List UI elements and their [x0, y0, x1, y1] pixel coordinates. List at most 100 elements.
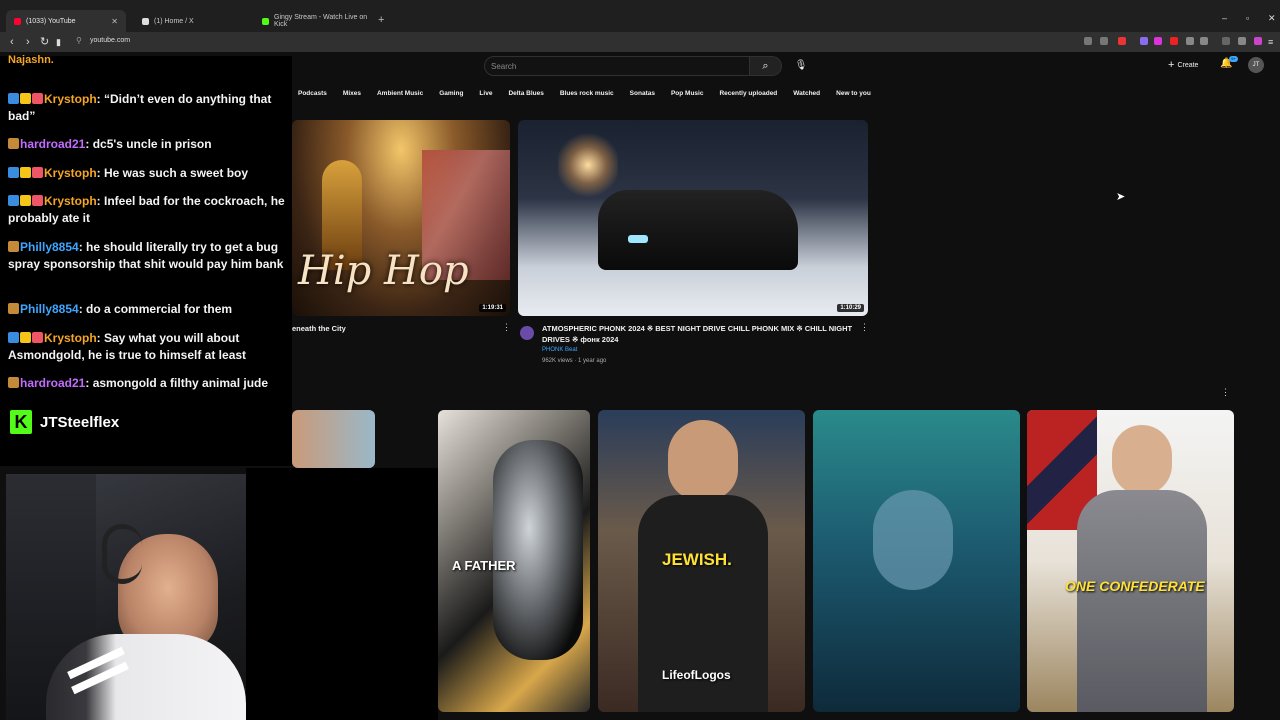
badge-icon — [20, 93, 31, 104]
badge-icon — [8, 167, 19, 178]
create-button[interactable]: + Create — [1168, 59, 1198, 71]
chip-blues-rock[interactable]: Blues rock music — [553, 86, 620, 101]
sidepanel-icon[interactable] — [1238, 37, 1246, 45]
chip-mixes[interactable]: Mixes — [336, 86, 367, 101]
chat-text: : do a commercial for them — [78, 302, 233, 316]
streamer-name: JTSteelflex — [40, 414, 120, 431]
menu-icon[interactable]: ≡ — [1268, 35, 1273, 49]
search-icon: ⌕ — [762, 60, 769, 72]
car-headlight — [628, 235, 648, 243]
short-thumbnail[interactable]: ONE CONFEDERATE — [1027, 410, 1234, 712]
chat-username: Krystoph — [44, 331, 97, 345]
chip-pop-music[interactable]: Pop Music — [664, 86, 710, 101]
badge-icon — [32, 167, 43, 178]
badge-icon — [32, 93, 43, 104]
extension-icon[interactable] — [1170, 37, 1178, 45]
extension-icon[interactable] — [1200, 37, 1208, 45]
extension-icon[interactable] — [1140, 37, 1148, 45]
chip-recently-uploaded[interactable]: Recently uploaded — [713, 86, 784, 101]
chip-live[interactable]: Live — [473, 86, 499, 101]
profile-icon[interactable] — [1254, 37, 1262, 45]
share-icon[interactable] — [1100, 37, 1108, 45]
minimize-icon[interactable]: – — [1222, 13, 1227, 23]
extension-icon[interactable] — [1186, 37, 1194, 45]
maximize-icon[interactable]: ▫ — [1246, 13, 1249, 23]
tab-youtube[interactable]: (1033) YouTube ✕ — [6, 10, 126, 32]
watermark: LifeofLogos — [662, 668, 731, 682]
short-thumbnail[interactable] — [292, 410, 375, 468]
chat-text: : asmongold a filthy animal jude — [85, 376, 269, 390]
chat-message: hardroad21: asmongold a filthy animal ju… — [8, 375, 288, 392]
chip-delta-blues[interactable]: Delta Blues — [502, 86, 550, 101]
short-thumbnail[interactable]: A FATHER — [438, 410, 590, 712]
media-icon[interactable] — [1222, 37, 1230, 45]
webcam-feed — [6, 474, 246, 720]
extension-icon[interactable] — [1154, 37, 1162, 45]
badge-icon — [8, 332, 19, 343]
new-tab-icon[interactable]: + — [378, 14, 384, 26]
search-input[interactable]: Search — [484, 56, 750, 76]
chat-message: Krystoph: Say what you will about Asmond… — [8, 330, 288, 364]
badge-icon — [8, 303, 19, 314]
bookmark-icon[interactable]: ▮ — [56, 35, 61, 49]
chip-sonatas[interactable]: Sonatas — [623, 86, 661, 101]
channel-name[interactable]: PHONK Beat — [542, 347, 577, 353]
short-thumbnail[interactable]: JEWISH. LifeofLogos — [598, 410, 805, 712]
chip-new-to-you[interactable]: New to you — [830, 86, 877, 101]
chat-username: Philly8854 — [20, 302, 79, 316]
badge-icon — [32, 195, 43, 206]
figure-head — [873, 490, 953, 590]
more-options-icon[interactable]: ⋮ — [860, 322, 869, 333]
video-title[interactable]: eneath the City — [292, 323, 492, 334]
chip-watched[interactable]: Watched — [787, 86, 827, 101]
badge-icon — [20, 195, 31, 206]
site-info-icon[interactable]: ⚲ — [76, 36, 82, 45]
video-thumbnail[interactable]: 1:10:29 — [518, 120, 868, 316]
chat-username: Krystoph — [44, 194, 97, 208]
shelf-more-options-icon[interactable]: ⋮ — [1221, 387, 1230, 398]
more-options-icon[interactable]: ⋮ — [502, 322, 511, 333]
tab-x[interactable]: (1) Home / X — [134, 10, 252, 32]
filter-chips: Podcasts Mixes Ambient Music Gaming Live… — [292, 86, 881, 101]
chat-text: : He was such a sweet boy — [96, 166, 249, 180]
chat-message: Krystoph: “Didn’t even do anything that … — [8, 91, 288, 125]
car-body — [598, 190, 798, 270]
extension-icon[interactable] — [1118, 37, 1126, 45]
badge-icon — [32, 332, 43, 343]
badge-icon — [8, 241, 19, 252]
chip-ambient-music[interactable]: Ambient Music — [370, 86, 430, 101]
url-field[interactable]: youtube.com — [90, 37, 130, 44]
notification-badge: 9+ — [1229, 56, 1238, 62]
chat-partial-line: Najashn. — [8, 54, 54, 66]
youtube-favicon-icon — [14, 17, 21, 25]
close-tab-icon[interactable]: ✕ — [111, 17, 118, 26]
duration-badge: 1:19:31 — [479, 304, 506, 312]
badge-icon — [20, 332, 31, 343]
avatar[interactable]: JT — [1248, 57, 1264, 73]
short-thumbnail[interactable] — [813, 410, 1020, 712]
chip-gaming[interactable]: Gaming — [433, 86, 470, 101]
forward-icon[interactable]: › — [26, 35, 30, 49]
street-light — [558, 130, 618, 200]
back-icon[interactable]: ‹ — [10, 35, 14, 49]
badge-icon — [8, 93, 19, 104]
chat-message: Philly8854: do a commercial for them — [8, 301, 288, 318]
channel-avatar[interactable] — [520, 326, 534, 340]
extension-icon[interactable] — [1084, 37, 1092, 45]
chat-username: hardroad21 — [20, 376, 86, 390]
search-button[interactable]: ⌕ — [750, 56, 782, 76]
close-window-icon[interactable]: ✕ — [1268, 13, 1276, 24]
badge-icon — [8, 195, 19, 206]
voice-search-icon[interactable]: 🎙 — [792, 57, 810, 75]
man-head — [668, 420, 738, 500]
chat-username: hardroad21 — [20, 137, 86, 151]
badge-icon — [8, 138, 19, 149]
reload-icon[interactable]: ↻ — [40, 35, 49, 49]
tab-kick[interactable]: Gingy Stream - Watch Live on Kick — [254, 10, 376, 32]
video-thumbnail[interactable]: Hip Hop 1:19:31 — [292, 120, 510, 316]
tab-title: (1033) YouTube — [26, 17, 76, 25]
video-title[interactable]: ATMOSPHERIC PHONK 2024 ※ BEST NIGHT DRIV… — [542, 323, 860, 345]
chip-podcasts[interactable]: Podcasts — [292, 86, 333, 101]
hoodie — [46, 634, 246, 720]
badge-icon — [8, 377, 19, 388]
